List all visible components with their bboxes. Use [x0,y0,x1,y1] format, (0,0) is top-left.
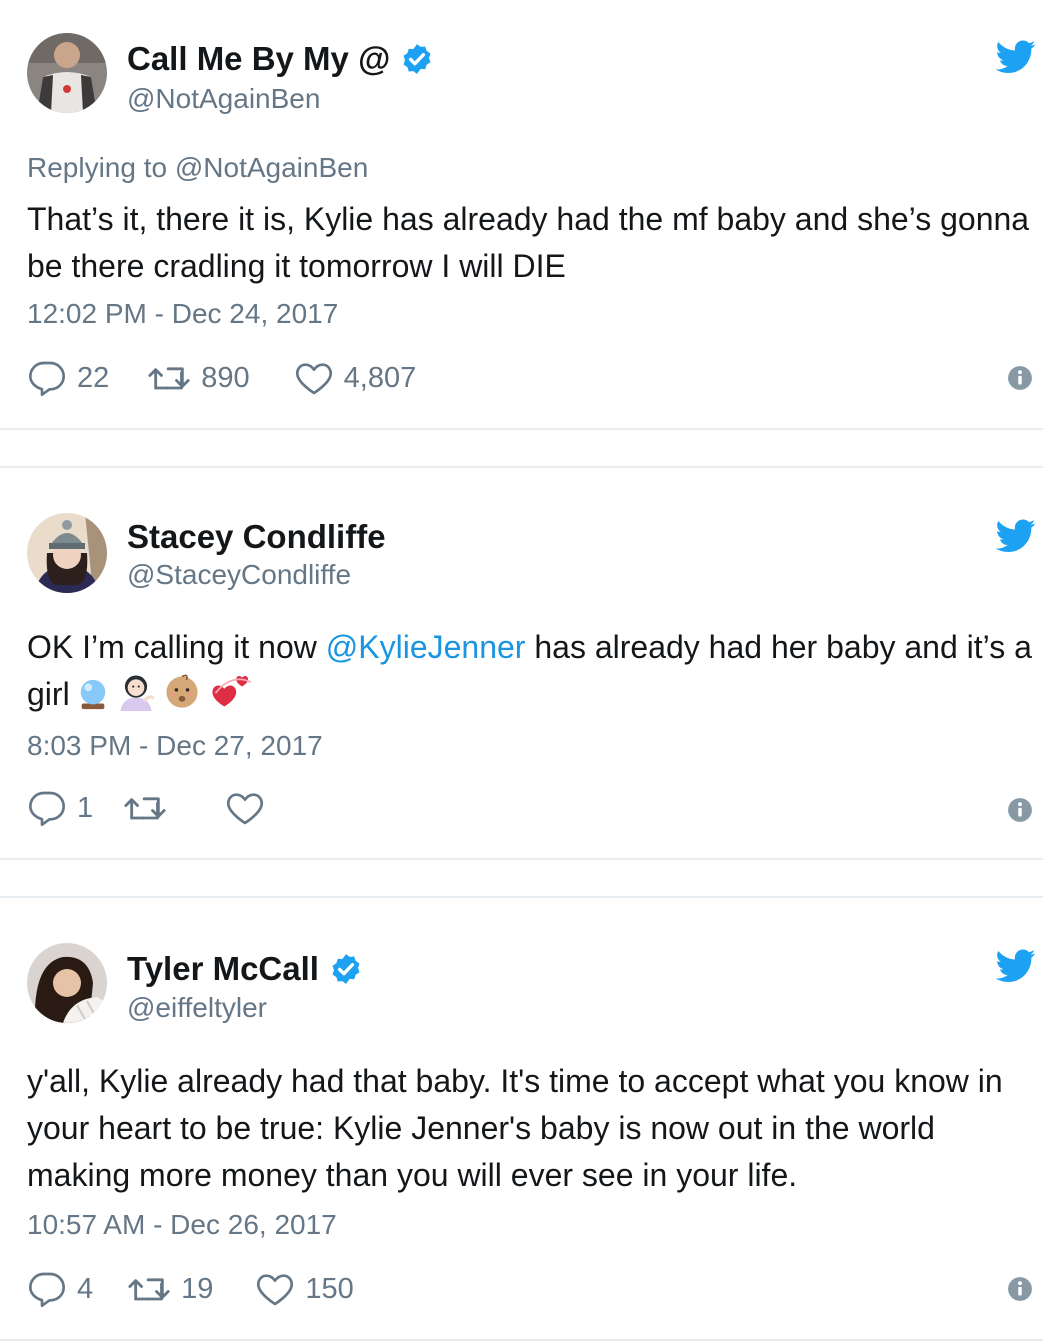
info-icon[interactable] [1007,1276,1033,1302]
tweet-text: OK I’m calling it now @KylieJenner has a… [27,624,1032,718]
tweet-timestamp[interactable]: 12:02 PM - Dec 24, 2017 [27,298,338,330]
like-button[interactable]: 4,807 [294,358,417,398]
user-handle[interactable]: @eiffeltyler [127,992,267,1024]
tweet-text: That’s it, there it is, Kylie has alread… [27,201,1030,284]
retweet-icon [148,367,190,390]
retweet-count: 19 [181,1272,214,1305]
display-name[interactable]: Tyler McCall [127,950,319,988]
tweet-text: y'all, Kylie already had that baby. It's… [27,1063,1003,1193]
replying-to-label: Replying to @NotAgainBen [27,152,369,183]
like-button[interactable] [225,788,275,828]
display-name[interactable]: Stacey Condliffe [127,518,386,556]
like-button[interactable]: 150 [255,1269,354,1309]
retweet-count: 890 [201,361,250,394]
tweet-actions: 4 19 150 [27,1269,354,1309]
revolving-hearts-emoji [212,676,252,707]
tweet-timestamp[interactable]: 8:03 PM - Dec 27, 2017 [27,730,323,762]
reply-count: 4 [77,1272,94,1305]
display-name[interactable]: Call Me By My @ [127,40,390,78]
user-handle[interactable]: @NotAgainBen [127,83,320,115]
tweet-card[interactable]: Tyler McCall @eiffeltyler y'all, Kylie a… [0,898,1043,1342]
like-icon [295,363,332,395]
twitter-bird-icon[interactable] [996,40,1036,74]
avatar[interactable] [27,33,107,113]
twitter-bird-icon[interactable] [996,949,1036,983]
retweet-button[interactable]: 19 [127,1269,213,1309]
tweet-card[interactable]: Call Me By My @ @NotAgainBen Replying to… [0,0,1043,430]
verified-badge-icon [332,954,360,984]
retweet-button[interactable]: 890 [147,358,250,398]
like-count: 150 [305,1272,354,1305]
info-icon[interactable] [1007,797,1033,823]
verified-badge-icon [403,44,431,74]
divider [0,428,1043,430]
reply-icon [29,1272,65,1307]
retweet-icon [124,797,166,820]
like-icon [227,793,264,825]
reply-button[interactable]: 22 [27,358,109,398]
user-name-row[interactable]: Tyler McCall [127,950,363,988]
reply-button[interactable]: 1 [27,788,93,828]
retweet-icon [128,1278,170,1301]
divider [0,858,1043,860]
reply-icon [29,361,65,396]
woman-tipping-hand-emoji [120,675,155,711]
user-handle[interactable]: @StaceyCondliffe [127,559,351,591]
avatar[interactable] [27,943,107,1023]
tweet-actions: 22 890 4,807 [27,358,416,398]
like-count: 4,807 [343,361,417,394]
tweet-text-part: OK I’m calling it now [27,629,326,665]
like-icon [257,1274,294,1306]
reply-button[interactable]: 4 [27,1269,93,1309]
reply-count: 22 [77,361,110,394]
info-icon[interactable] [1007,365,1033,391]
baby-emoji [166,674,198,708]
user-name-row[interactable]: Call Me By My @ [127,40,434,78]
tweet-card[interactable]: Stacey Condliffe @StaceyCondliffe OK I’m… [0,468,1043,860]
tweet-timestamp[interactable]: 10:57 AM - Dec 26, 2017 [27,1209,337,1241]
crystal-ball-emoji [80,679,105,710]
reply-count: 1 [77,791,94,824]
user-name-row[interactable]: Stacey Condliffe [127,518,386,556]
mention-link[interactable]: @KylieJenner [326,629,526,665]
avatar[interactable] [27,513,107,593]
reply-icon [29,791,65,826]
retweet-button[interactable] [123,788,177,828]
divider [0,1339,1043,1341]
tweet-actions: 1 [27,788,275,828]
twitter-bird-icon[interactable] [996,519,1036,553]
